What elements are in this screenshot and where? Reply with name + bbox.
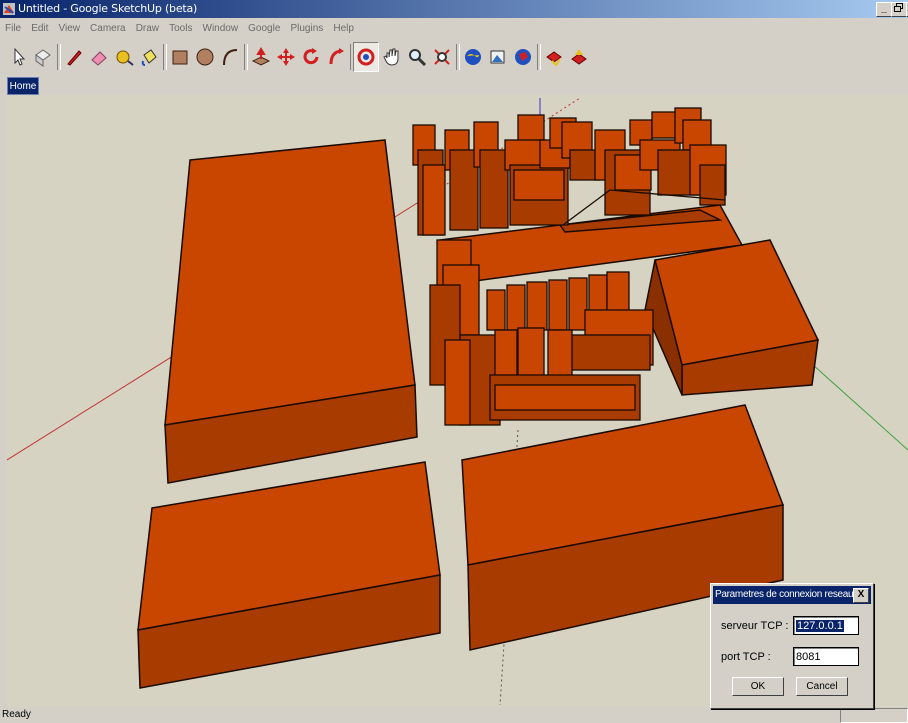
share-model-icon <box>571 49 587 65</box>
tcp-port-input[interactable]: 8081 <box>793 647 859 666</box>
circle-icon <box>196 48 214 66</box>
title-bar: Untitled - Google SketchUp (beta) _ x <box>0 0 908 18</box>
move-tool-button[interactable] <box>273 42 299 72</box>
restore-icon <box>894 3 903 12</box>
minimize-button[interactable]: _ <box>876 2 892 17</box>
zoom-extents-button[interactable] <box>429 42 455 72</box>
measurements-box[interactable] <box>840 708 908 723</box>
window-title: Untitled - Google SketchUp (beta) <box>18 2 198 15</box>
ok-button[interactable]: OK <box>732 677 784 696</box>
tcp-server-input[interactable]: 127.0.0.1 <box>793 616 859 635</box>
follow-me-icon <box>329 48 344 65</box>
place-model-button[interactable] <box>510 42 536 72</box>
cancel-button[interactable]: Cancel <box>796 677 848 696</box>
building-left-large[interactable] <box>164 139 418 484</box>
eraser-icon <box>91 51 107 66</box>
pan-hand-icon <box>383 48 399 66</box>
arc-icon <box>223 49 238 66</box>
push-pull-icon <box>251 47 271 66</box>
zoom-magnifier-icon <box>409 49 427 67</box>
menu-help[interactable]: Help <box>333 23 354 34</box>
terrain-icon <box>490 50 505 64</box>
get-models-button[interactable] <box>541 42 567 72</box>
component-icon <box>35 49 51 67</box>
paint-bucket-button[interactable] <box>136 42 162 72</box>
menu-edit[interactable]: Edit <box>31 23 48 34</box>
get-models-icon <box>546 51 562 67</box>
menu-window[interactable]: Window <box>203 23 239 34</box>
scene-tab-home[interactable]: Home <box>7 77 39 95</box>
paint-bucket-icon <box>141 49 157 66</box>
building-bottom-left[interactable] <box>137 461 441 689</box>
push-pull-button[interactable] <box>248 42 274 72</box>
tcp-port-label: port TCP : <box>721 651 771 663</box>
menu-bar: File Edit View Camera Draw Tools Window … <box>0 22 908 38</box>
pencil-tool-button[interactable] <box>61 42 87 72</box>
share-model-button[interactable] <box>566 42 592 72</box>
place-model-icon <box>515 49 531 65</box>
circle-tool-button[interactable] <box>192 42 218 72</box>
rectangle-tool-button[interactable] <box>167 42 193 72</box>
dialog-close-button[interactable]: X <box>853 588 869 603</box>
building-right-cube[interactable] <box>644 239 820 396</box>
status-bar: Ready <box>0 707 908 723</box>
eraser-tool-button[interactable] <box>86 42 112 72</box>
move-icon <box>277 48 295 66</box>
select-arrow-icon <box>14 47 26 66</box>
menu-tools[interactable]: Tools <box>169 23 192 34</box>
toggle-terrain-button[interactable] <box>485 42 511 72</box>
select-tool-button[interactable] <box>6 42 32 72</box>
rotate-icon <box>303 48 319 65</box>
menu-camera[interactable]: Camera <box>90 23 126 34</box>
zoom-extents-icon <box>434 49 450 65</box>
make-component-button[interactable] <box>30 42 56 72</box>
pan-tool-button[interactable] <box>379 42 405 72</box>
pencil-icon <box>67 50 82 66</box>
get-current-view-button[interactable] <box>460 42 486 72</box>
earth-view-icon <box>465 49 481 65</box>
tcp-server-label: serveur TCP : <box>721 620 789 632</box>
menu-view[interactable]: View <box>58 23 80 34</box>
network-connection-dialog: Parametres de connexion reseau X serveur… <box>710 583 874 709</box>
sketchup-app-icon[interactable] <box>2 2 16 16</box>
follow-me-button[interactable] <box>323 42 349 72</box>
orbit-tool-button[interactable] <box>353 42 379 72</box>
menu-file[interactable]: File <box>5 23 21 34</box>
restore-button[interactable] <box>891 2 907 17</box>
tcp-server-value: 127.0.0.1 <box>796 620 844 632</box>
tape-measure-button[interactable] <box>111 42 137 72</box>
rectangle-icon <box>172 50 188 65</box>
tape-measure-icon <box>116 50 134 66</box>
status-text: Ready <box>2 709 31 720</box>
zoom-tool-button[interactable] <box>404 42 430 72</box>
arc-tool-button[interactable] <box>217 42 243 72</box>
menu-plugins[interactable]: Plugins <box>290 23 323 34</box>
orbit-icon <box>357 48 375 66</box>
dialog-title: Parametres de connexion reseau <box>715 589 854 600</box>
rotate-tool-button[interactable] <box>298 42 324 72</box>
menu-draw[interactable]: Draw <box>136 23 159 34</box>
menu-google[interactable]: Google <box>248 23 280 34</box>
dialog-title-bar: Parametres de connexion reseau X <box>713 586 871 604</box>
